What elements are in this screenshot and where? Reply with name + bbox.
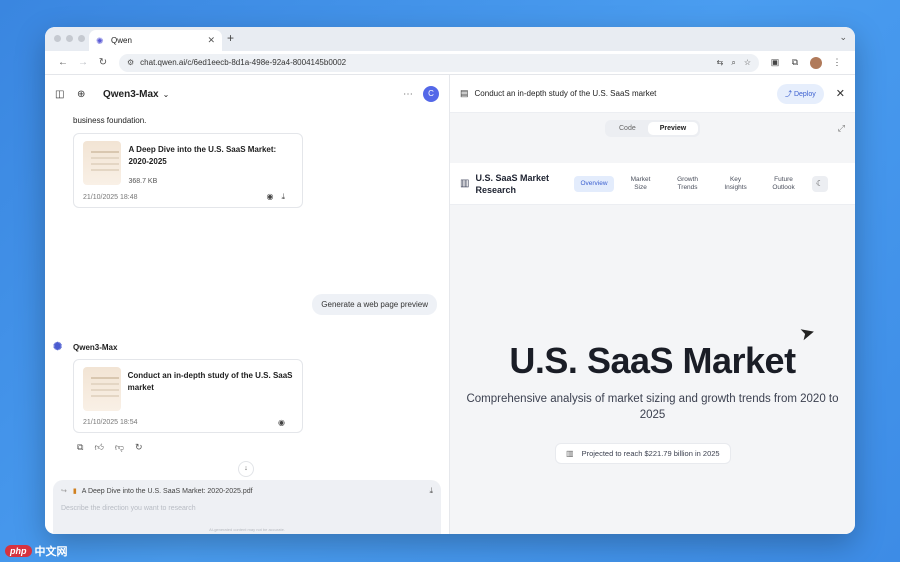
- previous-message-text: business foundation.: [73, 116, 147, 125]
- eye-icon[interactable]: ◉: [278, 418, 293, 427]
- nav-growth-trends[interactable]: Growth Trends: [668, 172, 708, 196]
- thumbs-down-icon[interactable]: 👎︎: [115, 442, 135, 452]
- document-thumbnail: [83, 141, 122, 185]
- qwen-logo-icon: ✺: [53, 341, 63, 353]
- menu-icon[interactable]: ⋮: [827, 57, 847, 68]
- site-navbar: ▥ U.S. SaaS Market Research Overview Mar…: [450, 163, 855, 205]
- new-chat-icon[interactable]: ⊕: [77, 89, 99, 100]
- document-title: A Deep Dive into the U.S. SaaS Market: 2…: [128, 145, 277, 166]
- hero-subtitle: Comprehensive analysis of market sizing …: [466, 393, 839, 421]
- browser-window: ✺ Qwen ✕ + ⌄ ← → ↻ ⚙ chat.qwen.ai/c/6ed1…: [45, 27, 855, 534]
- qwen-favicon-icon: ✺: [96, 35, 104, 46]
- close-tab-icon[interactable]: ✕: [207, 35, 215, 46]
- scroll-down-button[interactable]: ↓: [238, 461, 254, 477]
- tab-bar: ✺ Qwen ✕ + ⌄: [45, 27, 855, 51]
- document-card[interactable]: A Deep Dive into the U.S. SaaS Market: 2…: [73, 133, 303, 208]
- nav-future-outlook[interactable]: Future Outlook: [764, 172, 804, 196]
- bar-chart-icon: ▥: [460, 178, 470, 189]
- link-icon: ↪: [61, 488, 67, 495]
- close-icon[interactable]: ✕: [836, 87, 845, 100]
- document-icon: ▤: [460, 88, 469, 98]
- hero-title: U.S. SaaS Market: [509, 340, 796, 381]
- projection-text: Projected to reach $221.79 billion in 20…: [581, 449, 720, 458]
- chat-header: ◫ ⊕ Qwen3-Max ⌄ ⋯ C: [45, 75, 449, 113]
- composer: ↪ ▮ A Deep Dive into the U.S. SaaS Marke…: [53, 480, 441, 534]
- window-controls: [54, 35, 85, 42]
- preview-title: Conduct an in-depth study of the U.S. Sa…: [474, 89, 657, 98]
- maximize-dot[interactable]: [78, 35, 85, 42]
- pdf-file-icon: ▮: [72, 488, 77, 495]
- extensions-icon[interactable]: ⧉: [785, 57, 805, 68]
- prompt-input[interactable]: Describe the direction you want to resea…: [53, 496, 441, 512]
- download-icon[interactable]: ⤓: [429, 486, 433, 496]
- media-icon[interactable]: ▣: [765, 57, 785, 68]
- document-size: 368.7 KB: [128, 178, 158, 185]
- tab-code[interactable]: Code: [607, 122, 648, 135]
- forward-icon[interactable]: →: [73, 57, 93, 68]
- assistant-header: ✺ Qwen3-Max: [53, 340, 117, 354]
- thumbs-up-icon[interactable]: 👍︎: [94, 442, 114, 452]
- copy-icon[interactable]: ⧉: [77, 442, 94, 452]
- eye-icon[interactable]: ◉: [266, 192, 281, 201]
- webpage-title: Conduct an in-depth study of the U.S. Sa…: [127, 371, 293, 392]
- nav-market-size[interactable]: Market Size: [622, 172, 660, 196]
- watermark-logo: php: [5, 545, 32, 557]
- reload-icon[interactable]: ↻: [93, 57, 113, 68]
- assistant-name: Qwen3-Max: [73, 342, 118, 352]
- projection-badge: ▥ Projected to reach $221.79 billion in …: [555, 443, 731, 464]
- message-actions: ⧉👍︎👎︎↻: [77, 442, 154, 453]
- watermark-text: 中文网: [34, 546, 68, 558]
- site-info-icon[interactable]: ⚙: [127, 58, 134, 67]
- webpage-thumbnail: [83, 367, 121, 411]
- url-text: chat.qwen.ai/c/6ed1eecb-8d1a-498e-92a4-8…: [140, 58, 347, 67]
- download-icon[interactable]: ⤓: [281, 192, 293, 201]
- user-message-bubble: Generate a web page preview: [312, 294, 437, 315]
- preview-header: ▤ Conduct an in-depth study of the U.S. …: [450, 75, 855, 113]
- chat-panel: ◫ ⊕ Qwen3-Max ⌄ ⋯ C business foundation. …: [45, 75, 450, 534]
- browser-tab[interactable]: ✺ Qwen ✕: [89, 30, 222, 51]
- back-icon[interactable]: ←: [53, 57, 73, 68]
- document-timestamp: 21/10/2025 18:48: [83, 193, 138, 201]
- more-icon[interactable]: ⋯: [403, 89, 413, 100]
- model-selector[interactable]: Qwen3-Max ⌄: [103, 89, 169, 100]
- profile-avatar[interactable]: [810, 56, 822, 69]
- regenerate-icon[interactable]: ↻: [135, 442, 154, 452]
- chart-icon: ▥: [566, 449, 574, 458]
- attachment-row: ↪ ▮ A Deep Dive into the U.S. SaaS Marke…: [53, 480, 441, 496]
- nav-key-insights[interactable]: Key Insights: [716, 172, 756, 196]
- tab-title: Qwen: [111, 36, 132, 45]
- zoom-icon[interactable]: ⌕: [731, 58, 735, 68]
- expand-icon[interactable]: ⤢: [838, 123, 845, 134]
- webpage-card[interactable]: Conduct an in-depth study of the U.S. Sa…: [73, 359, 303, 433]
- webpage-timestamp: 21/10/2025 18:54: [83, 419, 138, 426]
- watermark: php 中文网: [5, 543, 68, 559]
- attachment-name: A Deep Dive into the U.S. SaaS Market: 2…: [81, 487, 253, 495]
- browser-toolbar: ← → ↻ ⚙ chat.qwen.ai/c/6ed1eecb-8d1a-498…: [45, 51, 855, 75]
- close-dot[interactable]: [54, 35, 61, 42]
- user-avatar[interactable]: C: [423, 86, 439, 102]
- tab-preview[interactable]: Preview: [647, 122, 699, 135]
- minimize-dot[interactable]: [66, 35, 73, 42]
- new-tab-button[interactable]: +: [227, 31, 234, 45]
- address-bar[interactable]: ⚙ chat.qwen.ai/c/6ed1eecb-8d1a-498e-92a4…: [119, 53, 759, 72]
- theme-toggle-icon[interactable]: ☾: [811, 175, 828, 192]
- site-brand: U.S. SaaS Market Research: [475, 172, 549, 195]
- preview-panel: ▤ Conduct an in-depth study of the U.S. …: [450, 75, 855, 534]
- tab-search-chevron-icon[interactable]: ⌄: [839, 32, 847, 43]
- code-preview-toggle: Code Preview: [605, 120, 701, 137]
- nav-overview[interactable]: Overview: [574, 175, 614, 192]
- chevron-down-icon: ⌄: [162, 89, 170, 99]
- translate-icon[interactable]: ⇆: [717, 58, 724, 67]
- sidebar-toggle-icon[interactable]: ◫: [55, 89, 77, 100]
- disclaimer: AI-generated content may not be accurate…: [209, 527, 285, 532]
- deploy-button[interactable]: ⤴ Deploy: [777, 83, 824, 104]
- bookmark-star-icon[interactable]: ☆: [744, 58, 751, 67]
